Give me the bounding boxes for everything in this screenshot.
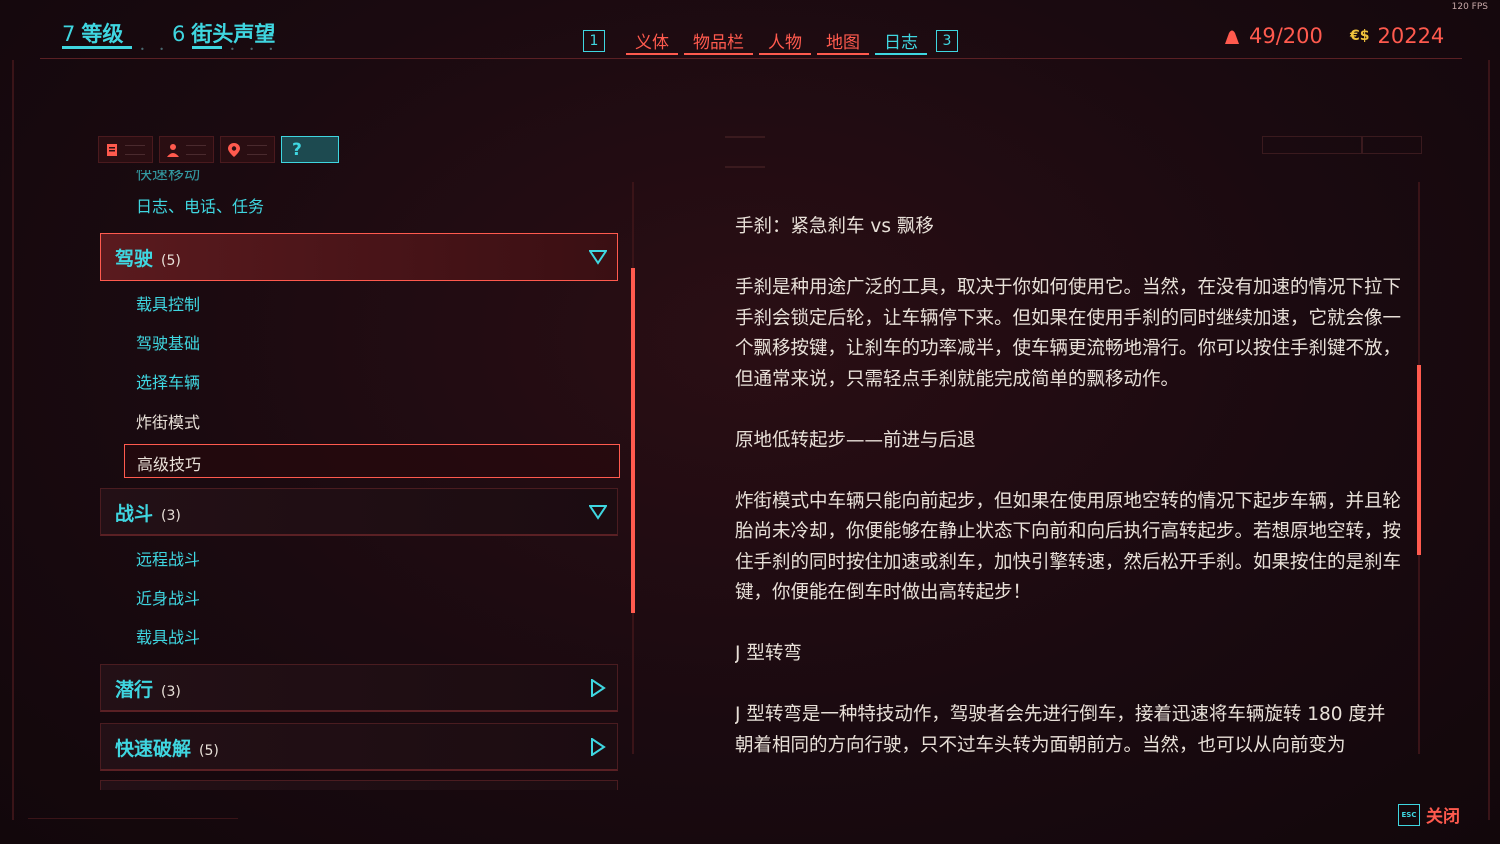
list-item[interactable]: 日志、电话、任务 (136, 191, 264, 223)
person-icon (167, 143, 179, 157)
header-deco-box (1362, 136, 1422, 154)
article-scrollbar-thumb[interactable] (1417, 365, 1421, 555)
top-bar: 7 等级 • • 6 街头声望 • • • 1 义体 物品栏 人物 地图 日志 3 … (40, 0, 1462, 59)
level-number: 7 (62, 22, 76, 46)
filter-tutorials[interactable]: ? (281, 136, 339, 163)
street-cred-number: 6 (172, 22, 186, 46)
list-scrollbar-thumb[interactable] (631, 268, 635, 613)
tab-inventory[interactable]: 物品栏 (684, 27, 753, 55)
category-filters: ? (98, 136, 339, 163)
street-cred-progress-dots: • • • (230, 45, 280, 54)
filter-characters[interactable] (159, 136, 214, 163)
weight-icon (1225, 30, 1239, 44)
list-item-selected[interactable]: 高级技巧 (124, 444, 620, 478)
protocol-logo (725, 136, 765, 168)
category-driving-count: (5) (161, 253, 181, 269)
tab-cyberware[interactable]: 义体 (626, 27, 678, 55)
bottom-status-deco (28, 818, 238, 835)
article-paragraph: 手刹是种用途广泛的工具，取决于你如何使用它。当然，在没有加速的情况下拉下手刹会锁… (735, 277, 1402, 390)
level-progress-bar (62, 46, 132, 49)
level-progress-dots: • • (140, 45, 170, 54)
article-paragraph: J 型转弯是一种特技动作，驾驶者会先进行倒车，接着迅速将车辆旋转 180 度并朝… (735, 704, 1386, 756)
list-item[interactable]: 选择车辆 (136, 367, 200, 399)
article-heading: J 型转弯 (735, 643, 802, 664)
level-label: 等级 (81, 22, 124, 46)
nav-next-key[interactable]: 3 (936, 30, 958, 52)
category-combat-count: (3) (161, 508, 181, 524)
location-pin-icon (228, 142, 240, 157)
category-stealth[interactable]: 潜行 (3) (100, 664, 618, 712)
right-edge-deco (1488, 60, 1490, 820)
main-nav: 1 义体 物品栏 人物 地图 日志 3 (583, 26, 958, 56)
category-partial (100, 780, 618, 790)
eddies-icon: €$ (1350, 28, 1370, 44)
close-label: 关闭 (1426, 807, 1460, 827)
category-quickhacks-count: (5) (199, 743, 219, 759)
list-item[interactable]: 炸街模式 (136, 407, 200, 439)
tutorial-list: 快速移动 日志、电话、任务 驾驶 (5) 载具控制 驾驶基础 选择车辆 炸街模式 … (100, 170, 622, 790)
chevron-down-icon (589, 505, 607, 520)
category-combat-label: 战斗 (115, 503, 154, 525)
tab-journal[interactable]: 日志 (875, 27, 927, 55)
list-item[interactable]: 载具控制 (136, 289, 200, 321)
left-edge-deco (12, 60, 14, 820)
article-header-deco (725, 136, 1422, 168)
article-heading: 手刹：紧急刹车 vs 飘移 (735, 216, 934, 237)
category-quickhacks[interactable]: 快速破解 (5) (100, 723, 618, 771)
document-icon (107, 143, 117, 156)
list-item-selected-label: 高级技巧 (137, 455, 202, 474)
list-item[interactable]: 驾驶基础 (136, 328, 200, 360)
esc-key-icon: ESC (1398, 803, 1420, 826)
chevron-right-icon (591, 738, 606, 756)
category-combat[interactable]: 战斗 (3) (100, 488, 618, 536)
money: €$ 20224 (1350, 24, 1444, 48)
question-icon: ? (292, 139, 302, 160)
nav-prev-key[interactable]: 1 (583, 30, 605, 52)
level-stat: 7 等级 (62, 18, 123, 48)
list-item[interactable]: 近身战斗 (136, 583, 200, 615)
article-heading: 原地低转起步——前进与后退 (735, 429, 976, 451)
category-driving[interactable]: 驾驶 (5) (100, 233, 618, 281)
list-item-partial: 快速移动 (136, 170, 201, 183)
carry-weight: 49/200 (1223, 24, 1323, 48)
tab-map[interactable]: 地图 (817, 27, 869, 55)
street-cred-stat: 6 街头声望 (172, 18, 275, 48)
street-cred-label: 街头声望 (191, 22, 276, 46)
chevron-right-icon (591, 679, 606, 697)
carry-weight-value: 49/200 (1249, 24, 1323, 48)
chevron-down-icon (589, 250, 607, 265)
category-driving-label: 驾驶 (115, 248, 154, 270)
street-cred-progress-bar (192, 46, 222, 49)
money-value: 20224 (1377, 24, 1445, 48)
list-item[interactable]: 载具战斗 (136, 622, 200, 654)
filter-locations[interactable] (220, 136, 275, 163)
header-deco-box (1262, 136, 1362, 154)
article-paragraph: 炸街模式中车辆只能向前起步，但如果在使用原地空转的情况下起步车辆，并且轮胎尚未冷… (735, 490, 1402, 604)
article-body: 手刹：紧急刹车 vs 飘移 手刹是种用途广泛的工具，取决于你如何使用它。当然，在… (735, 212, 1403, 760)
category-quickhacks-label: 快速破解 (115, 738, 192, 760)
category-stealth-label: 潜行 (115, 679, 154, 701)
tab-character[interactable]: 人物 (759, 27, 811, 55)
filter-database[interactable] (98, 136, 153, 163)
close-button[interactable]: ESC 关闭 (1398, 802, 1460, 827)
category-stealth-count: (3) (161, 684, 181, 700)
list-item[interactable]: 远程战斗 (136, 544, 200, 576)
